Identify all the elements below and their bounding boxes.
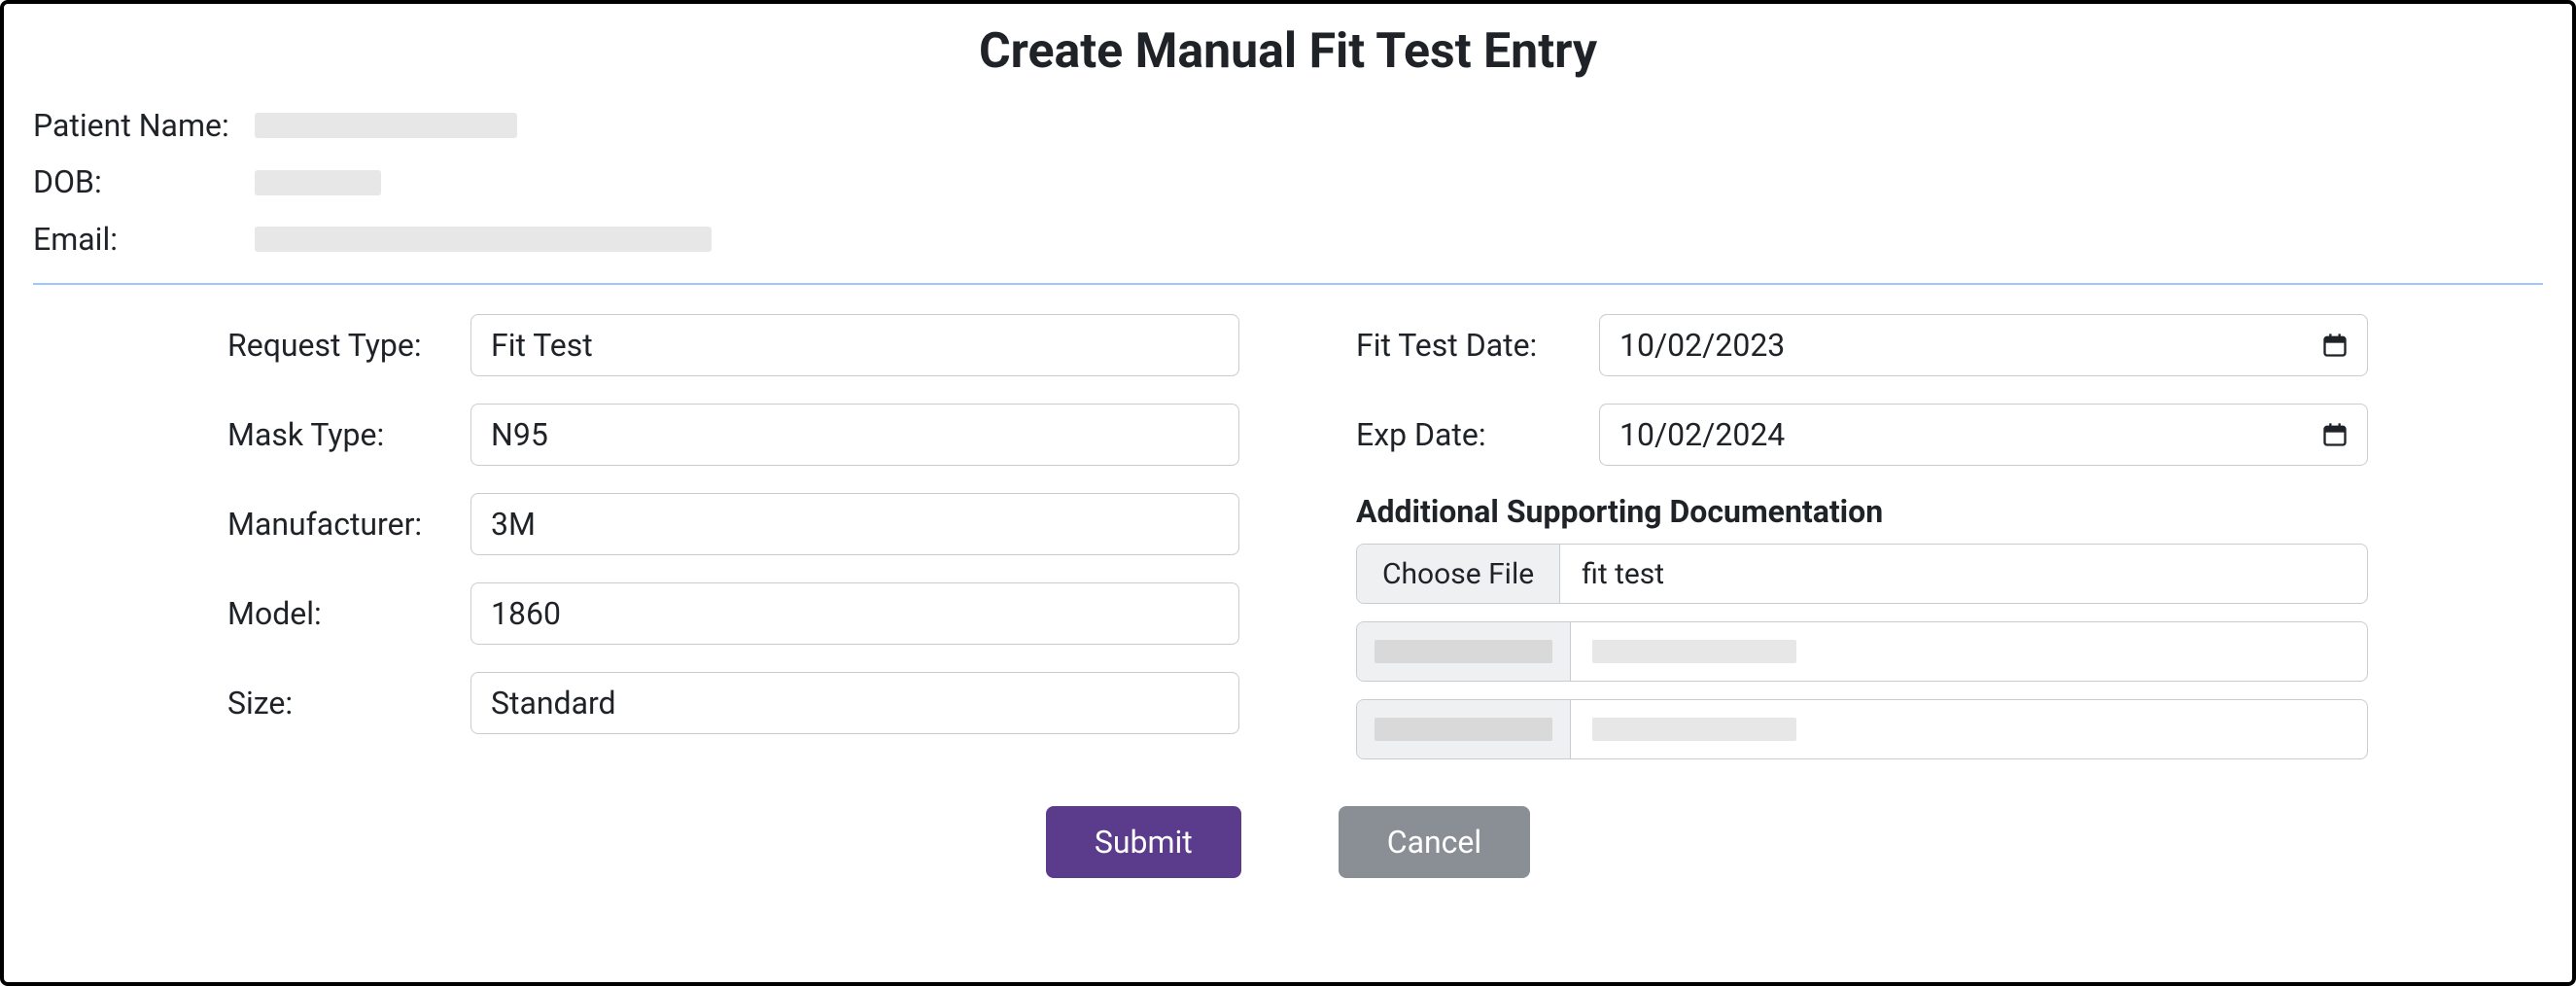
divider	[33, 283, 2543, 285]
file-name-2	[1571, 622, 2367, 681]
page-title: Create Manual Fit Test Entry	[33, 23, 2543, 80]
size-label: Size:	[227, 685, 470, 722]
model-label: Model:	[227, 595, 470, 632]
patient-info: Patient Name: DOB: Email:	[33, 99, 2543, 265]
mask-type-label: Mask Type:	[227, 416, 470, 453]
patient-email-label: Email:	[33, 213, 237, 265]
file-name-1: fit test	[1560, 545, 2367, 603]
patient-email-value	[255, 227, 712, 252]
file-name-3	[1571, 700, 2367, 758]
file-upload-row-1: Choose File fit test	[1356, 544, 2368, 604]
patient-name-value	[255, 113, 517, 138]
patient-dob-label: DOB:	[33, 156, 237, 208]
model-input[interactable]	[470, 582, 1239, 645]
choose-file-button-2[interactable]	[1357, 622, 1571, 681]
create-fit-test-form: Create Manual Fit Test Entry Patient Nam…	[0, 0, 2576, 986]
choose-file-button-1[interactable]: Choose File	[1357, 545, 1560, 603]
manufacturer-input[interactable]	[470, 493, 1239, 555]
submit-button[interactable]: Submit	[1046, 806, 1241, 878]
form-actions: Submit Cancel	[33, 806, 2543, 878]
exp-date-label: Exp Date:	[1356, 416, 1599, 453]
left-column: Request Type: Mask Type: Manufacturer: M…	[227, 314, 1239, 777]
cancel-button[interactable]: Cancel	[1339, 806, 1530, 878]
file-upload-row-2	[1356, 621, 2368, 682]
size-input[interactable]	[470, 672, 1239, 734]
right-column: Fit Test Date: Exp Date:	[1356, 314, 2368, 777]
supporting-docs-label: Additional Supporting Documentation	[1356, 493, 2368, 530]
choose-file-button-3[interactable]	[1357, 700, 1571, 758]
exp-date-input[interactable]	[1599, 404, 2368, 466]
patient-dob-value	[255, 170, 381, 195]
fit-test-date-label: Fit Test Date:	[1356, 327, 1599, 364]
patient-name-label: Patient Name:	[33, 99, 237, 152]
fit-test-date-input[interactable]	[1599, 314, 2368, 376]
manufacturer-label: Manufacturer:	[227, 506, 470, 543]
mask-type-input[interactable]	[470, 404, 1239, 466]
request-type-label: Request Type:	[227, 327, 470, 364]
request-type-input[interactable]	[470, 314, 1239, 376]
file-upload-row-3	[1356, 699, 2368, 759]
